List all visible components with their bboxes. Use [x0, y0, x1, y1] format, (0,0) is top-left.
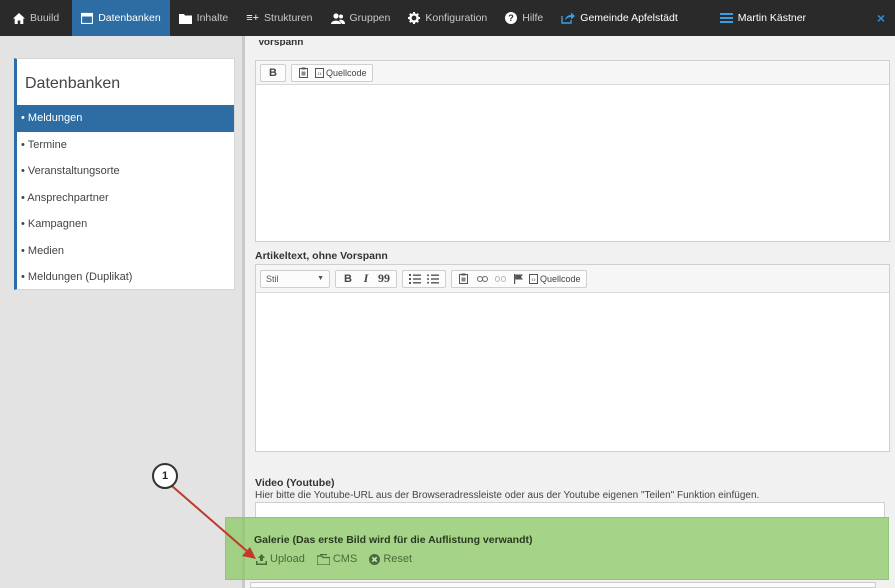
artikeltext-insert-group: ‹› Quellcode [451, 269, 587, 288]
svg-text:‹›: ‹› [318, 71, 322, 77]
reset-button[interactable]: Reset [369, 553, 412, 565]
gallery-actions: Upload CMS Reset [256, 553, 424, 565]
share-icon [561, 12, 576, 24]
bullet-list-icon[interactable] [426, 271, 440, 287]
nav-gemeinde-label: Gemeinde Apfelstädt [580, 12, 678, 24]
artikeltext-label: Artikeltext, ohne Vorspann [255, 250, 388, 262]
nav-strukturen[interactable]: ≡+ Strukturen [237, 0, 321, 36]
close-icon[interactable]: × [867, 0, 895, 36]
numbered-list-icon[interactable] [408, 271, 422, 287]
annotation-callout: 1 [152, 463, 178, 489]
bold-button[interactable]: B [341, 271, 355, 287]
chevron-down-icon: ▼ [317, 275, 324, 282]
source-label: Quellcode [326, 67, 367, 78]
nav-hilfe-label: Hilfe [522, 12, 544, 24]
upload-label: Upload [270, 553, 305, 565]
vorspann-format-group: B [260, 63, 286, 82]
nav-user-label: Martin Kästner [737, 12, 807, 24]
gallery-label: Galerie (Das erste Bild wird für die Auf… [254, 534, 533, 546]
svg-text:?: ? [509, 13, 515, 23]
sidebar-item-meldungen-duplikat[interactable]: • Meldungen (Duplikat) [17, 264, 234, 291]
users-icon [330, 12, 345, 24]
reset-label: Reset [383, 553, 413, 565]
style-select[interactable]: Stil ▼ [260, 269, 330, 288]
nav-strukturen-label: Strukturen [264, 12, 313, 24]
structure-icon: ≡+ [246, 12, 260, 24]
gear-icon [408, 12, 421, 24]
video-hint: Hier bitte die Youtube-URL aus der Brows… [255, 490, 760, 501]
nav-hilfe[interactable]: ? Hilfe [496, 0, 552, 36]
cms-icon [316, 553, 330, 565]
unlink-icon[interactable] [493, 271, 507, 287]
reset-icon [369, 553, 381, 565]
sidebar-item-veranstaltungsorte[interactable]: • Veranstaltungsorte [17, 158, 234, 185]
vorspann-editor[interactable]: B ‹› Quellcode [255, 60, 890, 242]
italic-button[interactable]: I [359, 271, 373, 287]
menu-icon [719, 13, 733, 23]
nav-inhalte-label: Inhalte [196, 12, 229, 24]
cms-label: CMS [332, 553, 358, 565]
bold-button[interactable]: B [266, 65, 280, 81]
artikeltext-toolbar: Stil ▼ B I 99 ‹› Quellcode [256, 265, 889, 293]
paste-icon[interactable] [457, 271, 471, 287]
source-button[interactable]: ‹› Quellcode [529, 271, 581, 287]
sidebar: Datenbanken • Meldungen • Termine • Vera… [14, 58, 235, 290]
link-icon[interactable] [475, 271, 489, 287]
sidebar-list: • Meldungen • Termine • Veranstaltungsor… [17, 105, 234, 291]
artikeltext-editor[interactable]: Stil ▼ B I 99 ‹› Quellcode [255, 264, 890, 452]
upload-icon [256, 553, 267, 565]
folder-icon [178, 13, 192, 24]
source-label: Quellcode [540, 273, 581, 284]
vorspann-label: Vorspann [258, 40, 304, 46]
paste-icon[interactable] [297, 65, 311, 81]
help-icon: ? [505, 12, 518, 24]
sidebar-item-medien[interactable]: • Medien [17, 238, 234, 265]
horizontal-scrollbar[interactable] [250, 582, 876, 588]
gallery-section: Galerie (Das erste Bild wird für die Auf… [225, 517, 889, 580]
sidebar-item-kampagnen[interactable]: • Kampagnen [17, 211, 234, 238]
artikeltext-list-group [402, 269, 446, 288]
nav-gruppen[interactable]: Gruppen [322, 0, 400, 36]
nav-datenbanken[interactable]: Datenbanken [72, 0, 170, 36]
blockquote-button[interactable]: 99 [377, 271, 391, 287]
svg-text:‹›: ‹› [532, 277, 536, 283]
top-navigation-bar: Buuild Datenbanken Inhalte ≡+ Strukturen… [0, 0, 895, 36]
nav-gruppen-label: Gruppen [349, 12, 391, 24]
nav-buuild-label: Buuild [30, 12, 60, 24]
style-select-value: Stil [266, 273, 279, 284]
artikeltext-format-group: B I 99 [335, 269, 397, 288]
anchor-flag-icon[interactable] [511, 271, 525, 287]
home-icon [13, 12, 25, 24]
sidebar-item-termine[interactable]: • Termine [17, 132, 234, 159]
nav-konfiguration[interactable]: Konfiguration [399, 0, 496, 36]
calendar-icon [81, 12, 94, 24]
cms-button[interactable]: CMS [316, 553, 358, 565]
nav-konfiguration-label: Konfiguration [425, 12, 488, 24]
sidebar-item-meldungen[interactable]: • Meldungen [17, 105, 234, 132]
video-url-input[interactable] [255, 502, 885, 518]
sidebar-title: Datenbanken [25, 75, 121, 92]
source-button[interactable]: ‹› Quellcode [315, 65, 367, 81]
sidebar-item-ansprechpartner[interactable]: • Ansprechpartner [17, 185, 234, 212]
upload-button[interactable]: Upload [256, 553, 305, 565]
nav-buuild[interactable]: Buuild [0, 0, 68, 36]
nav-datenbanken-label: Datenbanken [98, 12, 161, 24]
nav-user[interactable]: Martin Kästner [711, 0, 815, 36]
video-label: Video (Youtube) [255, 477, 335, 489]
nav-gemeinde[interactable]: Gemeinde Apfelstädt [552, 0, 686, 36]
vorspann-clipboard-group: ‹› Quellcode [291, 63, 373, 82]
main-form: Vorspann B ‹› Quellcode Artikeltext, ohn… [242, 36, 895, 588]
vorspann-toolbar: B ‹› Quellcode [256, 61, 889, 85]
nav-inhalte[interactable]: Inhalte [170, 0, 238, 36]
